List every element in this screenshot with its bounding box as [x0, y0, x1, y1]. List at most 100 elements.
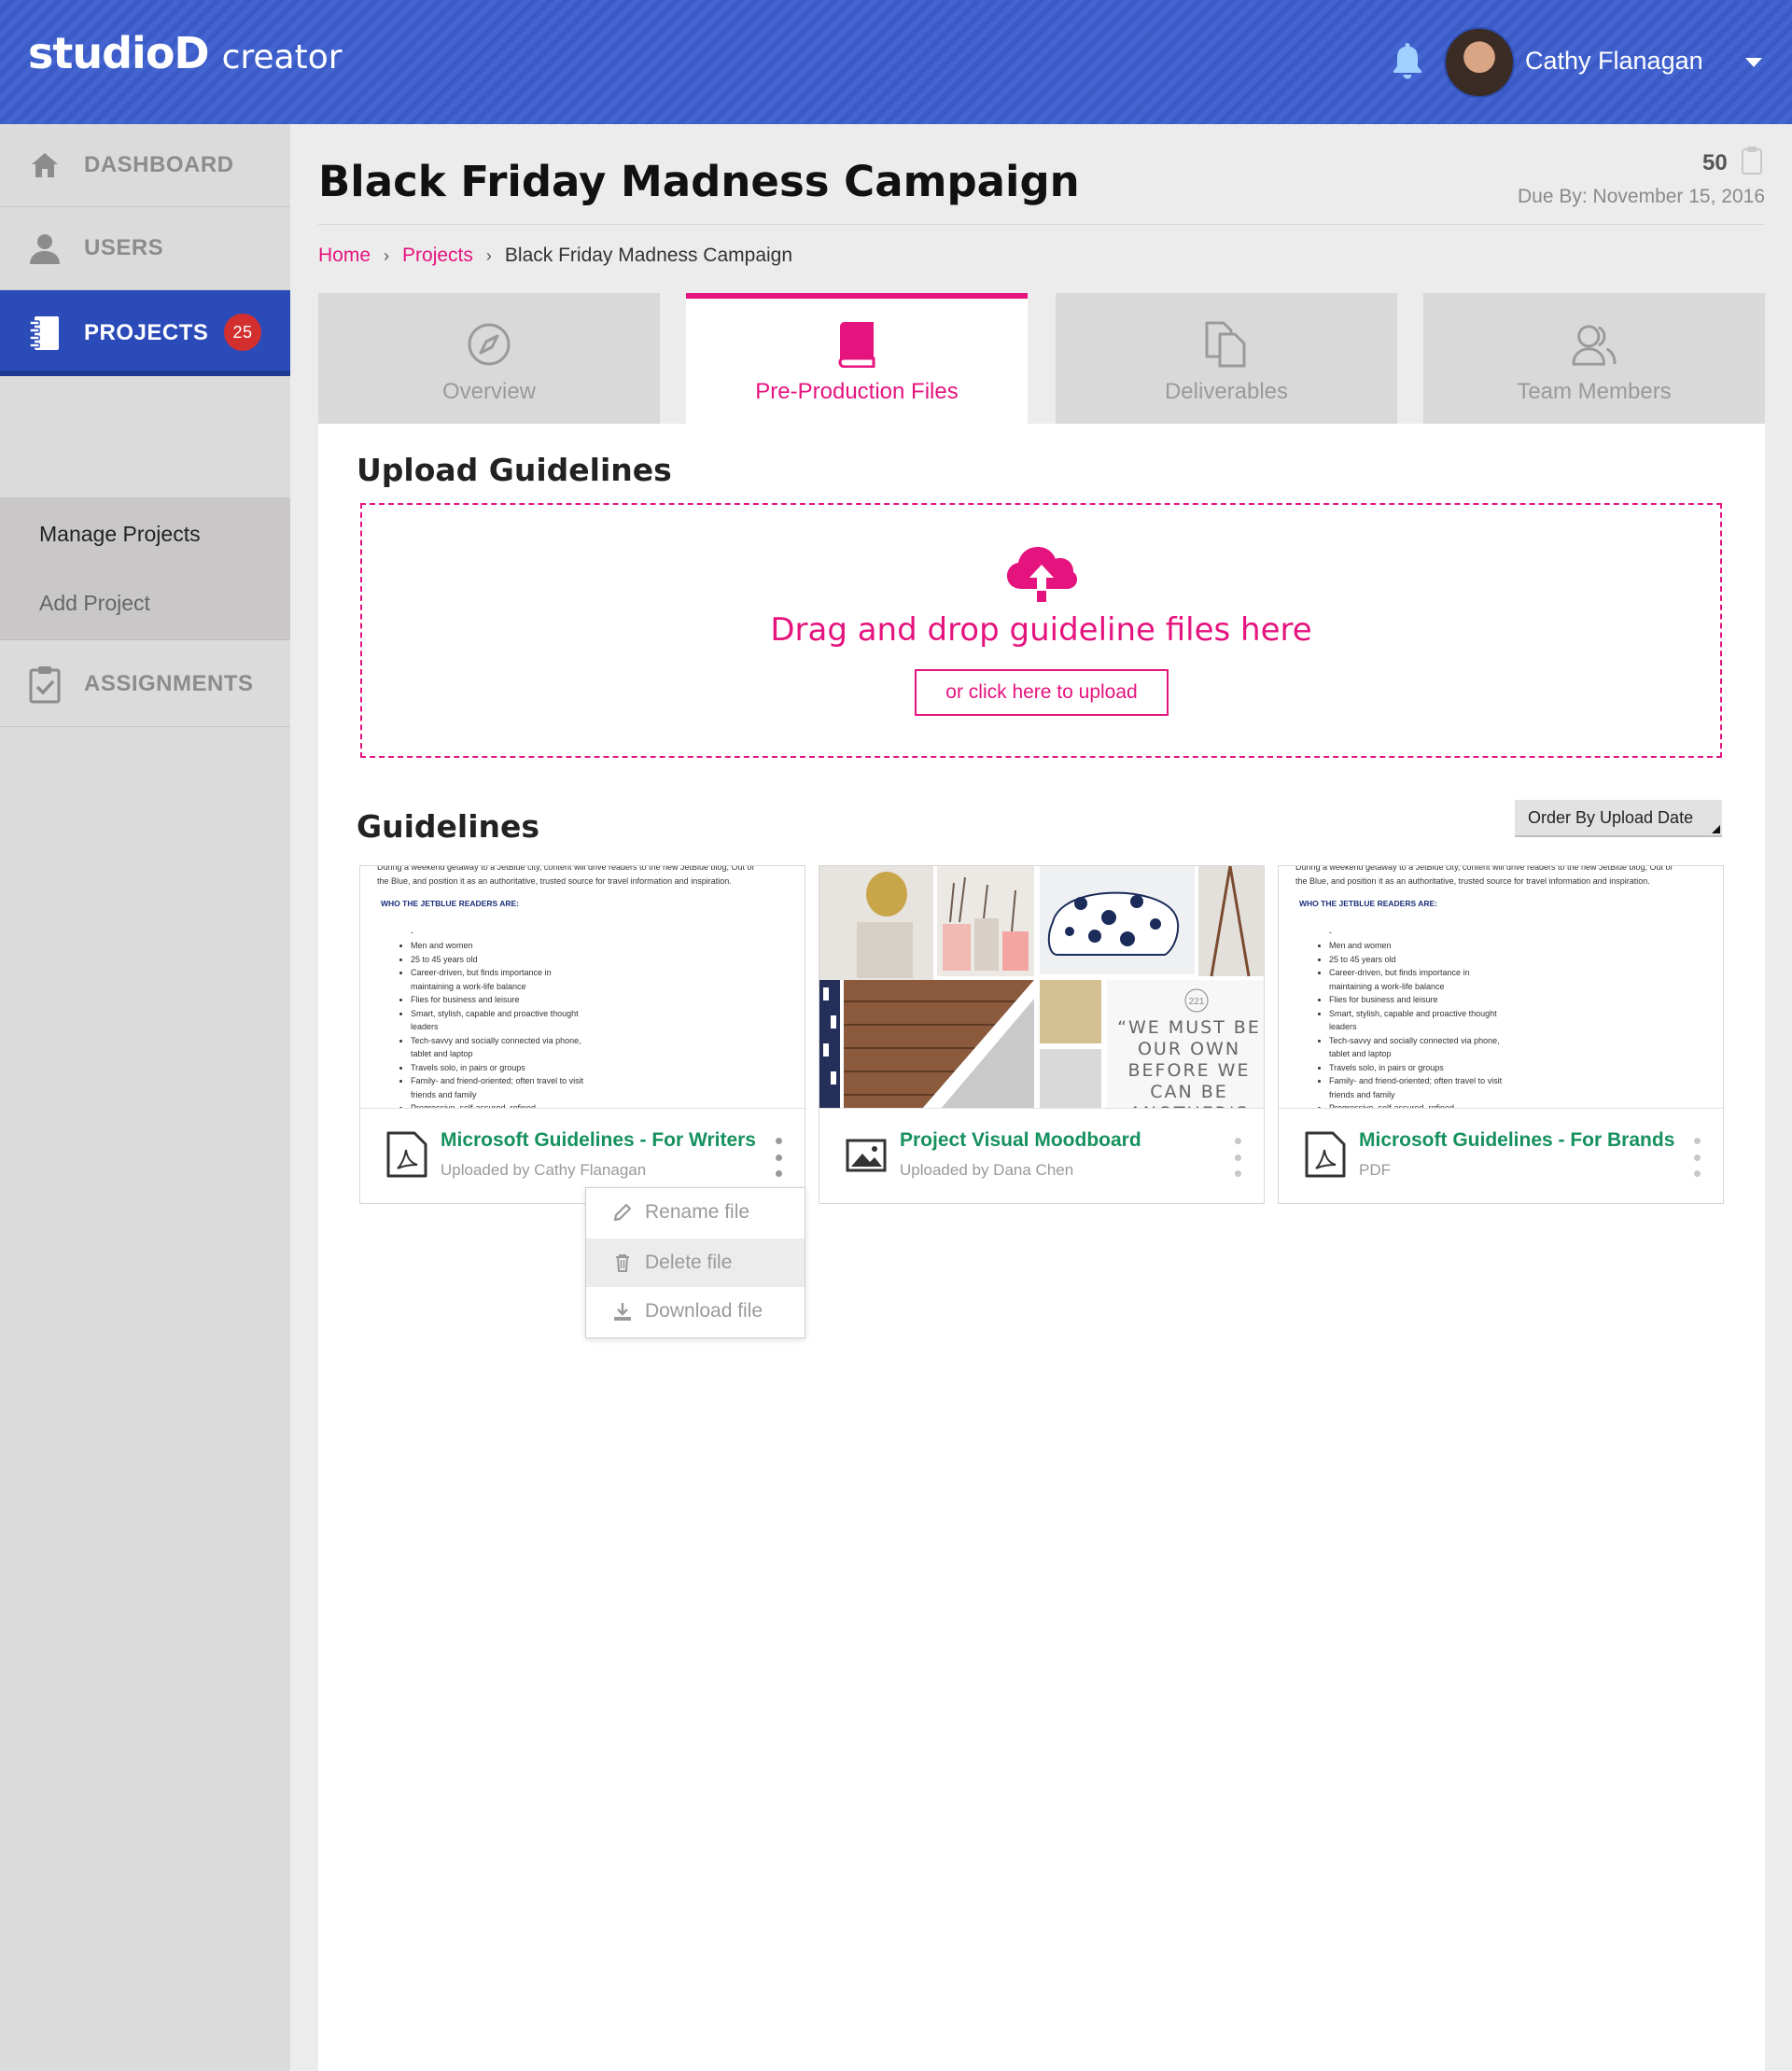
- dropzone-text: Drag and drop guideline files here: [770, 611, 1312, 649]
- doc-bullet: Progressive, self-assured, refined,: [411, 1101, 788, 1108]
- sidebar: DASHBOARD USERS PROJECTS 25 Manage Proje…: [0, 124, 290, 2071]
- guideline-card-brands[interactable]: During a weekend getaway to a JetBlue ci…: [1278, 865, 1724, 1204]
- tab-label: Overview: [441, 379, 537, 404]
- home-icon: [28, 148, 62, 182]
- asset-count: 50: [1702, 150, 1728, 175]
- doc-bullet: Family- and friend-oriented; often trave…: [1329, 1074, 1506, 1101]
- tab-team-members[interactable]: Team Members: [1423, 293, 1765, 424]
- tab-label: Deliverables: [1164, 379, 1289, 404]
- moodboard-collage: 221 “WE MUST BE OUR OWN BEFORE WE CAN BE…: [819, 866, 1264, 1108]
- doc-bullet: Flies for business and leisure: [1329, 993, 1706, 1007]
- sidebar-item-users[interactable]: USERS: [0, 207, 290, 290]
- cloud-upload-icon: [1007, 547, 1077, 602]
- card-subtitle: Uploaded by Dana Chen: [900, 1161, 1074, 1179]
- subnav-add-project[interactable]: Add Project: [39, 591, 150, 616]
- breadcrumb-separator: ›: [485, 245, 492, 265]
- menu-item-delete[interactable]: Delete file: [586, 1238, 805, 1287]
- breadcrumb-projects[interactable]: Projects: [402, 245, 473, 267]
- user-name[interactable]: Cathy Flanagan: [1525, 47, 1703, 76]
- doc-bullet: Smart, stylish, capable and proactive th…: [1329, 1007, 1506, 1034]
- doc-line: During a weekend getaway to a JetBlue ci…: [1295, 866, 1673, 872]
- doc-bullet: Flies for business and leisure: [411, 993, 788, 1007]
- pdf-icon: [1305, 1131, 1346, 1178]
- book-icon: [833, 321, 880, 368]
- user-icon: [28, 231, 62, 265]
- breadcrumb-current: Black Friday Madness Campaign: [504, 245, 793, 266]
- avatar[interactable]: [1444, 27, 1515, 98]
- doc-bullet: 25 to 45 years old: [411, 953, 788, 967]
- card-title[interactable]: Microsoft Guidelines - For Brands: [1359, 1129, 1674, 1152]
- doc-bullet: 25 to 45 years old: [1329, 953, 1706, 967]
- documents-icon: [1203, 321, 1250, 368]
- projects-count-badge: 25: [224, 314, 261, 351]
- pencil-icon: [613, 1203, 632, 1222]
- doc-heading: WHO THE JETBLUE READERS ARE:: [1299, 899, 1437, 908]
- doc-bullet: Career-driven, but finds importance in m…: [411, 966, 588, 993]
- guideline-card-moodboard[interactable]: 221 “WE MUST BE OUR OWN BEFORE WE CAN BE…: [819, 865, 1265, 1204]
- subnav-manage-projects[interactable]: Manage Projects: [39, 522, 201, 547]
- doc-bullet: Men and women: [411, 939, 788, 953]
- download-icon: [614, 1303, 631, 1321]
- sidebar-item-dashboard[interactable]: DASHBOARD: [0, 124, 290, 207]
- sidebar-item-label: DASHBOARD: [84, 152, 234, 177]
- trash-icon: [616, 1254, 629, 1272]
- doc-line: During a weekend getaway to a JetBlue ci…: [377, 866, 755, 872]
- guideline-card-writers[interactable]: During a weekend getaway to a JetBlue ci…: [359, 865, 805, 1204]
- tab-pre-production-files[interactable]: Pre-Production Files: [686, 293, 1028, 424]
- menu-item-label: Delete file: [645, 1252, 733, 1273]
- tab-label: Team Members: [1517, 379, 1672, 404]
- breadcrumb-home[interactable]: Home: [318, 245, 371, 267]
- notebook-icon: [28, 316, 62, 350]
- more-options-icon[interactable]: [1234, 1138, 1241, 1177]
- clipboard-check-icon: [28, 665, 62, 703]
- sidebar-item-assignments[interactable]: ASSIGNMENTS: [0, 641, 290, 727]
- tab-label: Pre-Production Files: [755, 379, 959, 404]
- image-icon: [846, 1139, 887, 1172]
- user-menu-caret-icon[interactable]: [1745, 58, 1762, 67]
- doc-bullet: Men and women: [1329, 939, 1706, 953]
- order-by-dropdown[interactable]: Order By Upload Date: [1515, 800, 1722, 837]
- breadcrumb-separator: ›: [384, 245, 390, 265]
- pdf-preview: During a weekend getaway to a JetBlue ci…: [360, 866, 805, 1109]
- studio-d-logo[interactable]: studioD creator: [28, 28, 343, 78]
- doc-bullet: Progressive, self-assured, refined,: [1329, 1101, 1706, 1108]
- sidebar-item-projects[interactable]: PROJECTS 25: [0, 290, 290, 376]
- title-divider: [318, 224, 1765, 225]
- projects-subnav: Manage Projects Add Project: [0, 497, 290, 640]
- card-title[interactable]: Microsoft Guidelines - For Writers: [441, 1129, 756, 1152]
- click-to-upload-button[interactable]: or click here to upload: [915, 669, 1169, 716]
- moodboard-number: 221: [1189, 997, 1205, 1007]
- doc-bullet: Travels solo, in pairs or groups: [411, 1061, 788, 1075]
- logo-sub-text: creator: [221, 38, 343, 77]
- more-options-icon[interactable]: [1693, 1138, 1701, 1177]
- doc-bullet: Tech-savvy and socially connected via ph…: [1329, 1034, 1506, 1061]
- moodboard-preview: 221 “WE MUST BE OUR OWN BEFORE WE CAN BE…: [819, 866, 1264, 1109]
- due-date: Due By: November 15, 2016: [1518, 186, 1765, 207]
- clipboard-icon: [1742, 147, 1762, 175]
- doc-bullet: Travels solo, in pairs or groups: [1329, 1061, 1706, 1075]
- sidebar-item-label: USERS: [84, 235, 164, 260]
- tab-deliverables[interactable]: Deliverables: [1056, 293, 1397, 424]
- card-title[interactable]: Project Visual Moodboard: [900, 1129, 1141, 1152]
- more-options-icon[interactable]: [775, 1138, 782, 1177]
- order-by-label: Order By Upload Date: [1528, 807, 1694, 827]
- users-icon: [1571, 321, 1617, 368]
- moodboard-quote: “WE MUST BE OUR OWN BEFORE WE CAN BE ANO…: [1117, 1017, 1261, 1108]
- doc-bullet: Family- and friend-oriented; often trave…: [411, 1074, 588, 1101]
- pdf-icon: [386, 1131, 427, 1178]
- bell-icon[interactable]: [1391, 41, 1424, 80]
- doc-heading: WHO THE JETBLUE READERS ARE:: [381, 899, 519, 908]
- doc-line: the Blue, and position it as an authorit…: [1295, 875, 1650, 886]
- breadcrumb: Home › Projects › Black Friday Madness C…: [318, 245, 792, 267]
- menu-item-rename[interactable]: Rename file: [586, 1188, 805, 1237]
- page-title: Black Friday Madness Campaign: [318, 157, 1080, 206]
- doc-bullet: Smart, stylish, capable and proactive th…: [411, 1007, 588, 1034]
- compass-icon: [466, 321, 512, 368]
- doc-bullet: -: [411, 927, 413, 937]
- top-bar: studioD creator Cathy Flanagan: [0, 0, 1792, 124]
- file-context-menu: Rename file Delete file Download file: [585, 1187, 805, 1338]
- logo-main-text: studioD: [28, 28, 210, 78]
- menu-item-label: Rename file: [645, 1201, 750, 1223]
- menu-item-download[interactable]: Download file: [586, 1287, 805, 1336]
- tab-overview[interactable]: Overview: [318, 293, 660, 424]
